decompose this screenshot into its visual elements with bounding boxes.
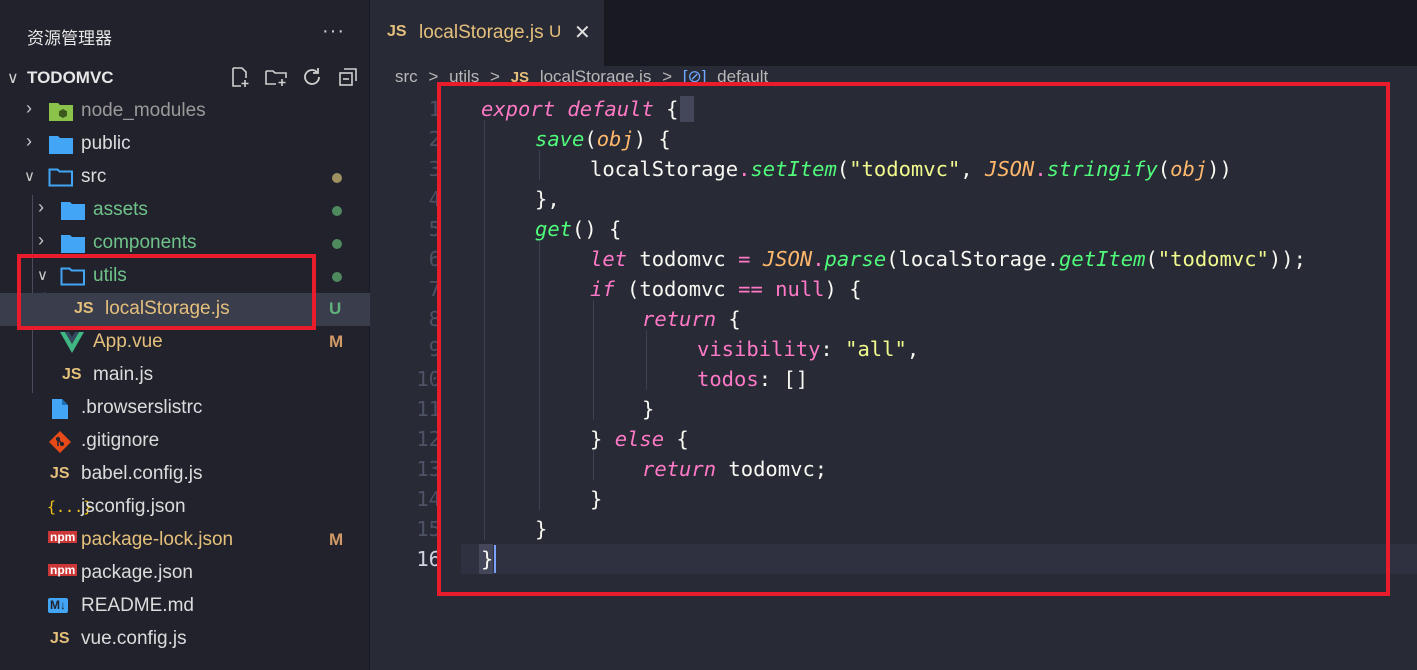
tree-item-label: components — [93, 232, 197, 253]
tree-item-babel-config[interactable]: JS babel.config.js — [0, 458, 370, 491]
tree-item-label: .browserslistrc — [81, 397, 203, 418]
git-status-badge: U — [329, 299, 342, 318]
file-icon — [52, 399, 68, 419]
new-file-icon[interactable] — [228, 65, 252, 89]
editor-tab-bar: JS localStorage.js U ✕ — [371, 0, 1417, 66]
collapse-all-icon[interactable] — [336, 65, 360, 89]
line-number: 14 — [416, 487, 441, 511]
vue-icon — [60, 332, 84, 353]
tree-item-label: assets — [93, 199, 148, 220]
tree-item-readme[interactable]: M↓ README.md — [0, 590, 370, 623]
tree-item-gitignore[interactable]: .gitignore — [0, 425, 370, 458]
js-icon: JS — [50, 630, 70, 647]
folder-icon — [61, 202, 85, 220]
line-number: 8 — [428, 307, 441, 331]
chevron-right-icon: › — [38, 197, 44, 217]
tree-item-label: main.js — [93, 364, 154, 385]
git-status-dot — [332, 239, 342, 249]
line-number: 15 — [416, 517, 441, 541]
line-number: 10 — [416, 367, 441, 391]
tree-item-label: package-lock.json — [81, 529, 234, 550]
npm-icon: npm — [48, 530, 78, 544]
folder-icon — [49, 136, 73, 154]
git-icon — [49, 431, 71, 453]
tree-item-main-js[interactable]: JS main.js — [0, 359, 370, 392]
highlight-box — [437, 82, 1390, 596]
tree-item-vue-config[interactable]: JS vue.config.js — [0, 623, 370, 656]
tree-item-app-vue[interactable]: App.vue M — [0, 326, 370, 359]
explorer-title: 资源管理器 — [27, 29, 112, 48]
git-status-badge: M — [329, 530, 344, 549]
js-icon: JS — [50, 465, 70, 482]
git-status-dot — [332, 173, 342, 183]
line-number: 5 — [428, 217, 441, 241]
tree-item-label: README.md — [81, 595, 194, 616]
line-number: 2 — [428, 127, 441, 151]
refresh-icon[interactable] — [300, 65, 324, 89]
tree-item-label: jsconfig.json — [81, 496, 186, 517]
line-number: 4 — [428, 187, 441, 211]
line-number: 16 — [416, 547, 441, 571]
tree-item-label: vue.config.js — [81, 628, 187, 649]
tree-item-package-json[interactable]: npm package.json — [0, 557, 370, 590]
line-number: 6 — [428, 247, 441, 271]
breadcrumb-item[interactable]: src — [395, 67, 418, 86]
line-number: 13 — [416, 457, 441, 481]
tree-item-label: node_modules — [81, 100, 206, 121]
js-icon: JS — [62, 366, 82, 383]
node-folder-icon — [49, 103, 73, 121]
git-status-dot — [332, 272, 342, 282]
tree-item-label: src — [81, 166, 107, 187]
chevron-down-icon: ∨ — [24, 168, 35, 185]
project-name[interactable]: TODOMVC — [27, 68, 114, 88]
line-number: 12 — [416, 427, 441, 451]
line-number: 1 — [428, 97, 441, 121]
tree-item-assets[interactable]: › assets — [0, 194, 370, 227]
folder-icon — [61, 235, 85, 253]
git-status-badge: M — [329, 332, 344, 351]
tree-item-package-lock[interactable]: npm package-lock.json M — [0, 524, 370, 557]
js-icon: JS — [387, 23, 407, 40]
explorer-sidebar: 资源管理器 ··· ∨ TODOMVC › node_modules › pub… — [0, 0, 370, 670]
line-number: 9 — [428, 337, 441, 361]
tree-item-jsconfig[interactable]: {...} jsconfig.json — [0, 491, 370, 524]
git-status-dot — [332, 206, 342, 216]
tab-label: localStorage.js — [419, 22, 544, 43]
line-number: 3 — [428, 157, 441, 181]
project-header[interactable]: ∨ TODOMVC — [0, 62, 370, 94]
new-folder-icon[interactable] — [264, 65, 288, 89]
npm-icon: npm — [48, 563, 78, 577]
chevron-down-icon[interactable]: ∨ — [7, 68, 19, 88]
chevron-right-icon: › — [26, 131, 32, 151]
tree-item-label: package.json — [81, 562, 193, 583]
tree-item-label: public — [81, 133, 131, 154]
markdown-icon: M↓ — [48, 598, 68, 613]
folder-open-icon — [48, 168, 73, 187]
line-number: 11 — [416, 397, 441, 421]
tab-status-badge: U — [549, 22, 562, 41]
tab-localstorage-js[interactable]: JS localStorage.js U ✕ — [371, 0, 604, 66]
tree-item-node-modules[interactable]: › node_modules — [0, 95, 370, 128]
tree-item-browserslistrc[interactable]: .browserslistrc — [0, 392, 370, 425]
chevron-right-icon: › — [38, 230, 44, 250]
tree-item-label: App.vue — [93, 331, 163, 352]
chevron-right-icon: › — [26, 98, 32, 118]
close-icon[interactable]: ✕ — [574, 20, 591, 45]
more-actions-icon[interactable]: ··· — [322, 20, 345, 43]
tree-item-label: .gitignore — [81, 430, 160, 451]
highlight-box — [17, 254, 316, 330]
tree-item-src[interactable]: ∨ src — [0, 161, 370, 194]
line-number: 7 — [428, 277, 441, 301]
tree-item-label: babel.config.js — [81, 463, 203, 484]
tree-item-public[interactable]: › public — [0, 128, 370, 161]
